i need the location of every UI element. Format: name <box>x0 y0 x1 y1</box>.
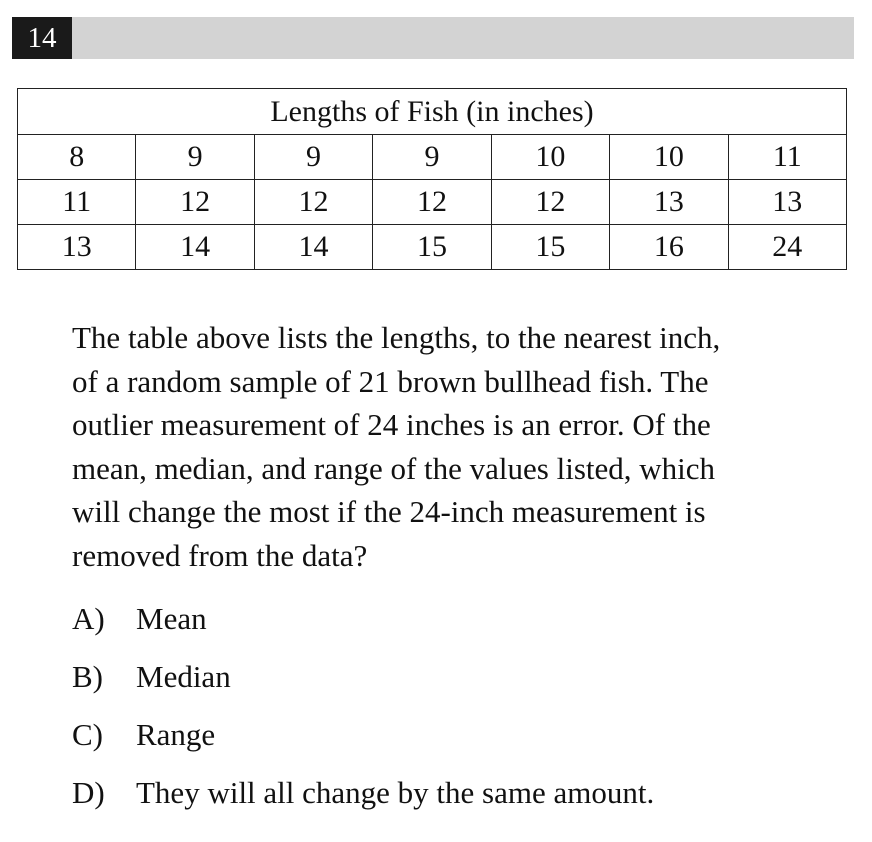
passage-line: outlier measurement of 24 inches is an e… <box>72 407 711 442</box>
table-cell: 9 <box>253 134 374 180</box>
question-passage: The table above lists the lengths, to th… <box>72 316 852 577</box>
passage-line: removed from the data? <box>72 537 368 573</box>
choice-letter: B) <box>72 659 103 694</box>
table-title: Lengths of Fish (in inches) <box>17 88 847 135</box>
table-row: 8 9 9 9 10 10 11 <box>16 134 848 180</box>
table-cell: 11 <box>16 179 137 225</box>
table-cell: 10 <box>609 134 729 180</box>
answer-choice-a[interactable]: A) Mean <box>72 597 852 655</box>
table-cell: 12 <box>135 179 255 225</box>
passage-line: The table above lists the lengths, to th… <box>72 320 721 355</box>
table-cell: 14 <box>135 224 255 270</box>
table-cell: 16 <box>609 224 729 270</box>
choice-text: Mean <box>136 601 207 636</box>
table-row: 13 14 14 15 15 16 24 <box>16 224 848 270</box>
answer-choices: A) Mean B) Median C) Range D) They will … <box>72 597 852 829</box>
table-cell: 12 <box>372 179 492 225</box>
choice-letter: A) <box>72 601 105 636</box>
choice-letter: D) <box>72 775 105 810</box>
table-cell: 15 <box>490 224 611 270</box>
table-cell: 24 <box>727 224 848 270</box>
table-cell: 13 <box>609 179 729 225</box>
choice-text: They will all change by the same amount. <box>136 775 655 810</box>
table-cell: 12 <box>253 179 374 225</box>
choice-text: Median <box>136 659 231 694</box>
answer-choice-c[interactable]: C) Range <box>72 713 852 771</box>
table-cell: 13 <box>16 224 137 270</box>
passage-line: will change the most if the 24-inch meas… <box>72 494 706 529</box>
fish-lengths-table: Lengths of Fish (in inches) 8 9 9 9 10 1… <box>16 88 848 270</box>
choice-text: Range <box>136 717 216 752</box>
answer-choice-b[interactable]: B) Median <box>72 655 852 713</box>
table-cell: 10 <box>490 134 611 180</box>
answer-choice-d[interactable]: D) They will all change by the same amou… <box>72 771 852 829</box>
table-row: 11 12 12 12 12 13 13 <box>16 179 848 225</box>
table-cell: 14 <box>253 224 374 270</box>
table-cell: 13 <box>727 179 848 225</box>
table-cell: 12 <box>490 179 611 225</box>
table-cell: 9 <box>135 134 255 180</box>
table-cell: 9 <box>372 134 492 180</box>
passage-line: of a random sample of 21 brown bullhead … <box>72 363 709 399</box>
question-number: 14 <box>12 17 72 59</box>
table-cell: 11 <box>727 134 848 180</box>
passage-line: mean, median, and range of the values li… <box>72 450 716 486</box>
table-cell: 15 <box>372 224 492 270</box>
choice-letter: C) <box>72 717 103 752</box>
table-cell: 8 <box>16 134 137 180</box>
question-header-bar: 14 <box>12 17 854 59</box>
